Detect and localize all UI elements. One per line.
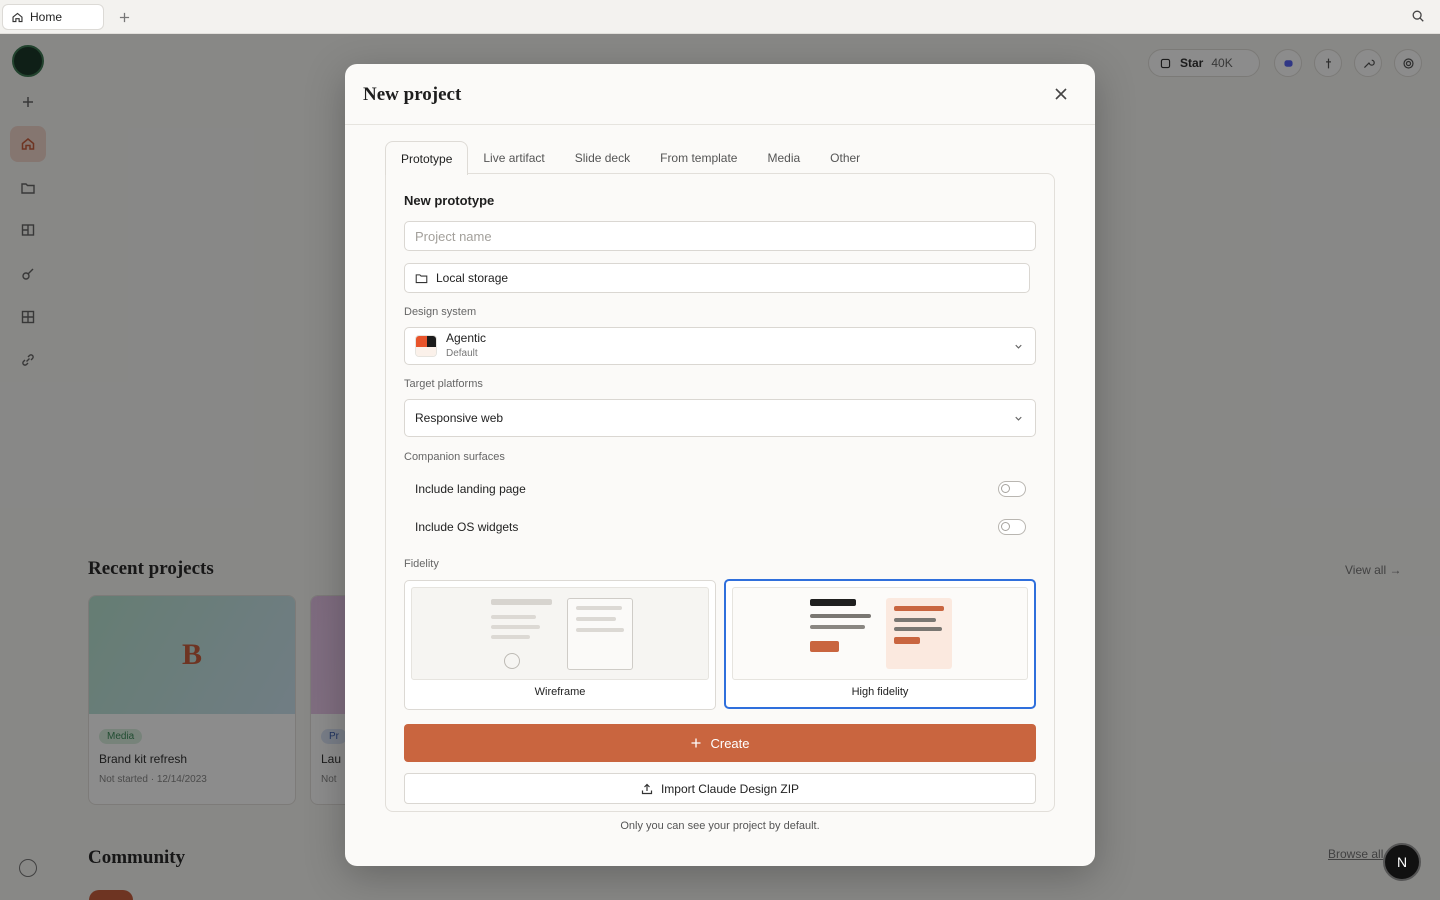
tab-from-template[interactable]: From template	[645, 141, 752, 174]
wireframe-option[interactable]: Wireframe	[404, 580, 716, 710]
project-type-tabs: Prototype Live artifact Slide deck From …	[385, 141, 875, 175]
wireframe-preview	[411, 587, 709, 680]
search-icon	[1412, 10, 1424, 22]
home-icon	[12, 12, 23, 22]
import-label: Import Claude Design ZIP	[660, 781, 800, 796]
high-fidelity-label: High fidelity	[851, 686, 909, 698]
top-bar: Home	[0, 0, 1440, 34]
search-button[interactable]	[1411, 9, 1429, 27]
project-name-input[interactable]	[404, 221, 1036, 251]
create-label: Create	[710, 735, 750, 751]
high-fidelity-option[interactable]: High fidelity	[724, 579, 1036, 709]
target-platforms-label: Target platforms	[404, 378, 483, 390]
design-system-select[interactable]: Agentic Default	[404, 327, 1036, 365]
panel-heading: New prototype	[404, 193, 495, 208]
new-tab-button[interactable]	[115, 8, 133, 26]
landing-page-toggle[interactable]	[998, 481, 1026, 497]
target-platforms-value: Responsive web	[415, 411, 504, 425]
home-tab[interactable]: Home	[2, 4, 104, 30]
storage-label: Local storage	[436, 271, 509, 285]
home-tab-label: Home	[30, 10, 63, 24]
privacy-note: Only you can see your project by default…	[620, 820, 820, 832]
tab-live-artifact[interactable]: Live artifact	[468, 141, 559, 174]
import-zip-button[interactable]: Import Claude Design ZIP	[404, 773, 1036, 804]
design-system-label: Design system	[404, 306, 477, 318]
tab-other[interactable]: Other	[815, 141, 875, 174]
close-button[interactable]	[1051, 84, 1071, 104]
chevron-down-icon	[1015, 416, 1022, 421]
close-icon	[1055, 88, 1067, 100]
companion-surfaces-label: Companion surfaces	[404, 451, 505, 463]
create-button[interactable]: Create	[404, 724, 1036, 762]
tab-media[interactable]: Media	[752, 141, 815, 174]
dialog-title: New project	[363, 84, 462, 105]
assistant-badge[interactable]: N	[1383, 843, 1421, 881]
tab-slide-deck[interactable]: Slide deck	[560, 141, 645, 174]
prototype-panel: New prototype Local storage Design syste…	[385, 173, 1055, 812]
chevron-down-icon	[1015, 344, 1022, 349]
upload-icon	[641, 783, 653, 794]
design-system-sub: Default	[446, 348, 478, 359]
landing-page-row: Include landing page	[404, 474, 1036, 504]
storage-location-button[interactable]: Local storage	[404, 263, 1030, 293]
os-widgets-label: Include OS widgets	[415, 520, 519, 534]
folder-icon	[415, 273, 428, 283]
high-fidelity-preview	[732, 587, 1028, 680]
os-widgets-row: Include OS widgets	[404, 512, 1036, 542]
tab-prototype[interactable]: Prototype	[385, 141, 469, 175]
dialog-header: New project	[345, 64, 1095, 125]
fidelity-label: Fidelity	[404, 558, 439, 570]
landing-page-label: Include landing page	[415, 482, 526, 496]
design-system-swatch	[415, 335, 437, 357]
target-platforms-select[interactable]: Responsive web	[404, 399, 1036, 437]
wireframe-label: Wireframe	[534, 686, 586, 698]
new-project-dialog: New project Prototype Live artifact Slid…	[345, 64, 1095, 866]
design-system-name: Agentic	[446, 331, 487, 345]
os-widgets-toggle[interactable]	[998, 519, 1026, 535]
plus-icon	[691, 738, 701, 748]
plus-icon	[119, 12, 129, 22]
